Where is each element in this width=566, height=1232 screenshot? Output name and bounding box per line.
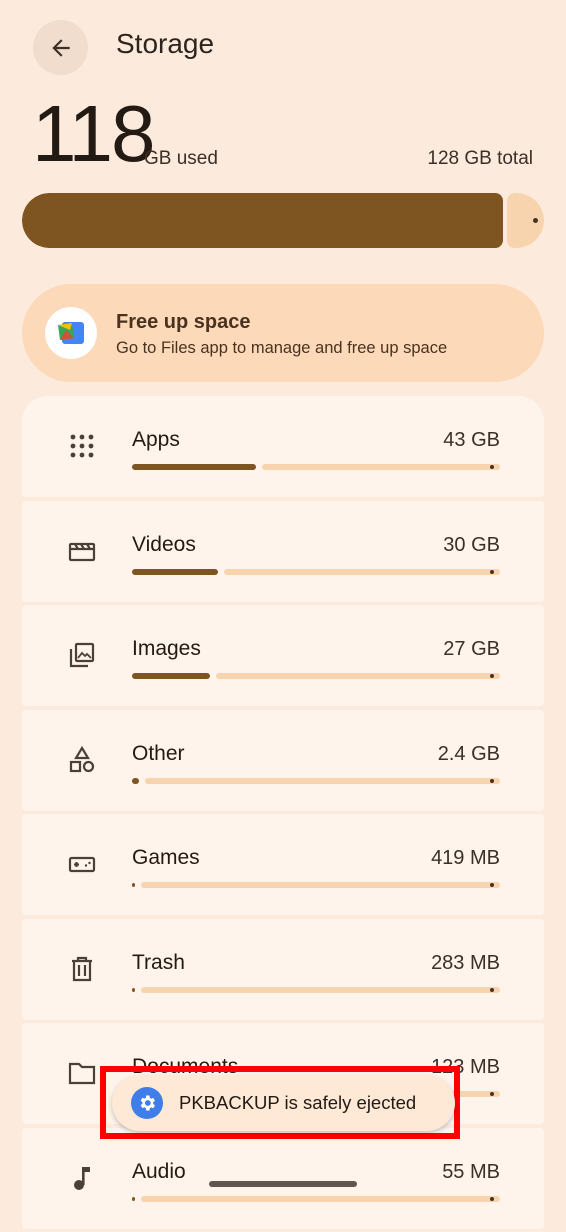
category-row-trash[interactable]: Trash 283 MB	[22, 918, 544, 1020]
category-row-games[interactable]: Games 419 MB	[22, 814, 544, 915]
category-row-audio[interactable]: Audio 55 MB	[22, 1127, 544, 1229]
category-name: Images	[132, 637, 201, 660]
category-usage-fill	[132, 777, 139, 784]
category-size: 2.4 GB	[437, 742, 500, 765]
arrow-back-icon	[51, 38, 70, 57]
category-usage-bar	[132, 882, 500, 888]
category-bar-end-dot	[490, 674, 494, 678]
category-usage-fill	[132, 987, 135, 992]
category-name: Apps	[132, 428, 180, 451]
total-storage-label: 128 GB total	[427, 148, 533, 169]
storage-bar-end-dot	[533, 218, 538, 223]
category-name: Audio	[132, 1159, 186, 1183]
gamepad-icon	[68, 850, 96, 878]
category-usage-bar	[132, 986, 500, 993]
apps-grid-icon	[68, 432, 96, 460]
storage-usage-bar	[22, 193, 544, 248]
category-usage-track	[216, 673, 500, 679]
category-row-videos[interactable]: Videos 30 GB	[22, 500, 544, 602]
page-title: Storage	[116, 28, 215, 59]
category-bar-end-dot	[490, 569, 494, 574]
free-up-space-card[interactable]: Free up space Go to Files app to manage …	[22, 284, 544, 382]
image-gallery-icon	[68, 641, 96, 669]
category-usage-bar	[132, 777, 500, 784]
category-size: 27 GB	[443, 638, 500, 660]
video-clapper-icon	[68, 537, 96, 565]
storage-free-track	[507, 193, 544, 248]
category-size: 419 MB	[431, 847, 500, 869]
files-app-icon	[45, 307, 97, 359]
category-usage-fill	[132, 883, 135, 887]
used-storage-unit: GB used	[144, 148, 218, 169]
category-row-apps[interactable]: Apps 43 GB	[22, 396, 544, 497]
category-row-other[interactable]: Other 2.4 GB	[22, 709, 544, 811]
category-usage-bar	[132, 464, 500, 470]
category-usage-track	[224, 568, 500, 575]
trash-icon	[68, 955, 96, 983]
category-bar-end-dot	[490, 987, 494, 992]
category-row-images[interactable]: Images 27 GB	[22, 605, 544, 706]
settings-gear-icon	[131, 1087, 163, 1119]
category-usage-track	[262, 464, 500, 470]
free-up-space-title: Free up space	[116, 311, 251, 333]
category-usage-track	[141, 882, 500, 888]
category-usage-track	[145, 777, 500, 784]
category-usage-track	[141, 1195, 500, 1202]
folder-icon	[68, 1059, 96, 1087]
category-bar-end-dot	[490, 1092, 494, 1096]
category-name: Other	[132, 741, 185, 765]
toast-message: PKBACKUP is safely ejected	[179, 1092, 417, 1113]
category-size: 43 GB	[443, 429, 500, 451]
category-usage-fill	[132, 568, 218, 575]
music-note-icon	[68, 1164, 96, 1192]
category-usage-bar	[132, 673, 500, 679]
category-usage-track	[141, 986, 500, 993]
category-usage-bar	[132, 568, 500, 575]
category-size: 283 MB	[431, 951, 500, 974]
category-bar-end-dot	[490, 883, 494, 887]
category-size: 30 GB	[443, 533, 500, 556]
category-usage-bar	[132, 1195, 500, 1202]
category-bar-end-dot	[490, 778, 494, 783]
category-usage-fill	[132, 464, 256, 470]
used-storage-value: 118	[32, 89, 156, 178]
category-name: Videos	[132, 532, 196, 556]
category-usage-fill	[132, 673, 210, 679]
category-size: 55 MB	[442, 1160, 500, 1183]
gesture-home-indicator[interactable]	[209, 1181, 357, 1187]
back-button[interactable]	[33, 20, 88, 75]
free-up-space-subtitle: Go to Files app to manage and free up sp…	[116, 339, 448, 357]
storage-used-fill	[22, 193, 503, 248]
shapes-icon	[68, 745, 96, 774]
category-bar-end-dot	[490, 465, 494, 469]
category-name: Trash	[132, 950, 185, 974]
toast-notification: PKBACKUP is safely ejected	[112, 1075, 455, 1131]
category-name: Games	[132, 846, 200, 869]
